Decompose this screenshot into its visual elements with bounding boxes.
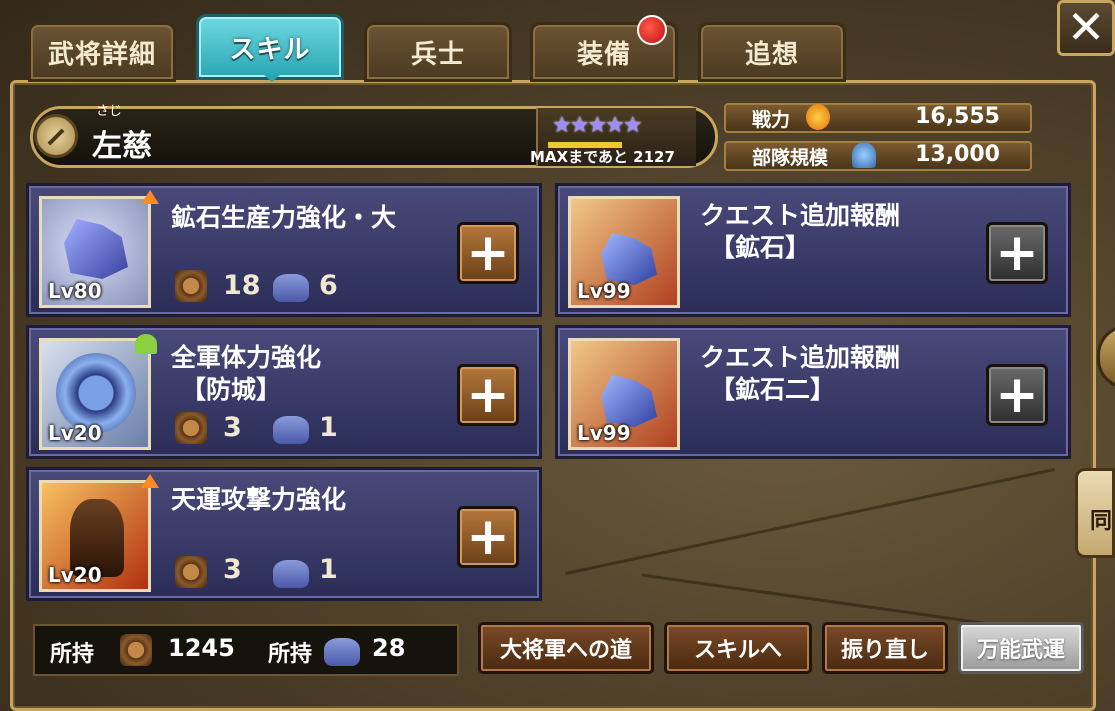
ore-icon [324, 638, 360, 666]
level-up-arrow-icon [141, 190, 159, 204]
notification-badge-icon [637, 15, 667, 45]
tab-general-detail[interactable]: 武将詳細 [28, 22, 176, 82]
skill-upgrade-button[interactable]: + [986, 364, 1048, 426]
close-button[interactable]: ✕ [1057, 0, 1115, 56]
quest-reward-skill-icon: Lv99 [568, 196, 680, 308]
skill-card[interactable]: Lv20 全軍体力強化 【防城】 3 1 + [26, 325, 542, 459]
tab-equipment[interactable]: 装備 [530, 15, 678, 82]
level-up-arrow-icon [141, 474, 159, 488]
crystal-icon [601, 375, 657, 427]
skill-level: Lv20 [48, 421, 102, 445]
tab-soldier[interactable]: 兵士 [364, 22, 512, 82]
ore-cost: 1 [319, 554, 338, 585]
coin-icon [120, 634, 152, 666]
skill-title: 天運攻撃力強化 [171, 485, 347, 514]
coin-icon [175, 270, 207, 302]
skill-upgrade-button[interactable]: + [457, 364, 519, 426]
flame-icon [806, 104, 830, 130]
skill-level: Lv80 [48, 279, 102, 303]
skill-subtitle: 【防城】 [181, 375, 282, 404]
coin-cost: 18 [223, 270, 261, 301]
ore-icon [273, 274, 309, 302]
general-type-icon [34, 114, 78, 158]
skill-upgrade-button[interactable]: + [457, 222, 519, 284]
rank-stars: ★★★★★ [552, 113, 643, 138]
skill-title: 全軍体力強化 [171, 343, 322, 372]
ore-cost: 6 [319, 270, 338, 301]
general-name: 左慈 [92, 129, 152, 164]
skill-level: Lv20 [48, 563, 102, 587]
power-value: 16,555 [915, 104, 1000, 129]
quest-reward-skill-icon: Lv99 [568, 338, 680, 450]
ore-cost: 1 [319, 412, 338, 443]
warrior-skill-icon: Lv20 [39, 480, 151, 592]
coin-cost: 3 [223, 412, 242, 443]
skill-subtitle: 【鉱石二】 [710, 375, 836, 404]
general-road-button[interactable]: 大将軍への道 [478, 622, 654, 674]
coin-icon [175, 556, 207, 588]
universal-fortune-button[interactable]: 万能武運 [958, 622, 1084, 674]
heart-up-icon [135, 334, 157, 354]
to-skill-button[interactable]: スキルへ [664, 622, 812, 674]
general-name-ruby: さじ [96, 104, 123, 119]
tab-recollection[interactable]: 追想 [698, 22, 846, 82]
shield-skill-icon: Lv20 [39, 338, 151, 450]
coin-cost: 3 [223, 554, 242, 585]
ore-skill-icon: Lv80 [39, 196, 151, 308]
skill-card[interactable]: Lv20 天運攻撃力強化 3 1 + [26, 467, 542, 601]
skill-subtitle: 【鉱石】 [710, 233, 811, 262]
skill-card[interactable]: Lv99 クエスト追加報酬 【鉱石】 + [555, 183, 1071, 317]
owned-ore-value: 28 [372, 634, 406, 662]
skill-title: クエスト追加報酬 [700, 201, 901, 230]
skill-level: Lv99 [577, 421, 631, 445]
owned-coin-value: 1245 [168, 634, 235, 662]
power-label: 戦力 [752, 109, 791, 131]
troop-value: 13,000 [915, 142, 1000, 167]
tab-equipment-label: 装備 [576, 39, 631, 70]
reroll-button[interactable]: 振り直し [822, 622, 948, 674]
rank-progress-text: MAXまであと 2127 [530, 148, 675, 166]
ore-icon [273, 560, 309, 588]
owned-ore-label: 所持 [268, 642, 313, 667]
crystal-icon [601, 233, 657, 285]
coin-icon [175, 412, 207, 444]
skill-title: クエスト追加報酬 [700, 343, 901, 372]
skill-upgrade-button[interactable]: + [457, 506, 519, 568]
troop-label: 部隊規模 [752, 147, 829, 169]
skill-card[interactable]: Lv80 鉱石生産力強化・大 18 6 + [26, 183, 542, 317]
soldier-icon [852, 142, 876, 168]
side-tab[interactable]: 同 [1075, 468, 1115, 558]
tab-skill[interactable]: スキル [196, 14, 344, 82]
skill-card[interactable]: Lv99 クエスト追加報酬 【鉱石二】 + [555, 325, 1071, 459]
skill-upgrade-button[interactable]: + [986, 222, 1048, 284]
ore-icon [273, 416, 309, 444]
owned-coin-label: 所持 [50, 642, 95, 667]
skill-level: Lv99 [577, 279, 631, 303]
skill-title: 鉱石生産力強化・大 [171, 203, 397, 232]
crystal-icon [64, 219, 128, 279]
